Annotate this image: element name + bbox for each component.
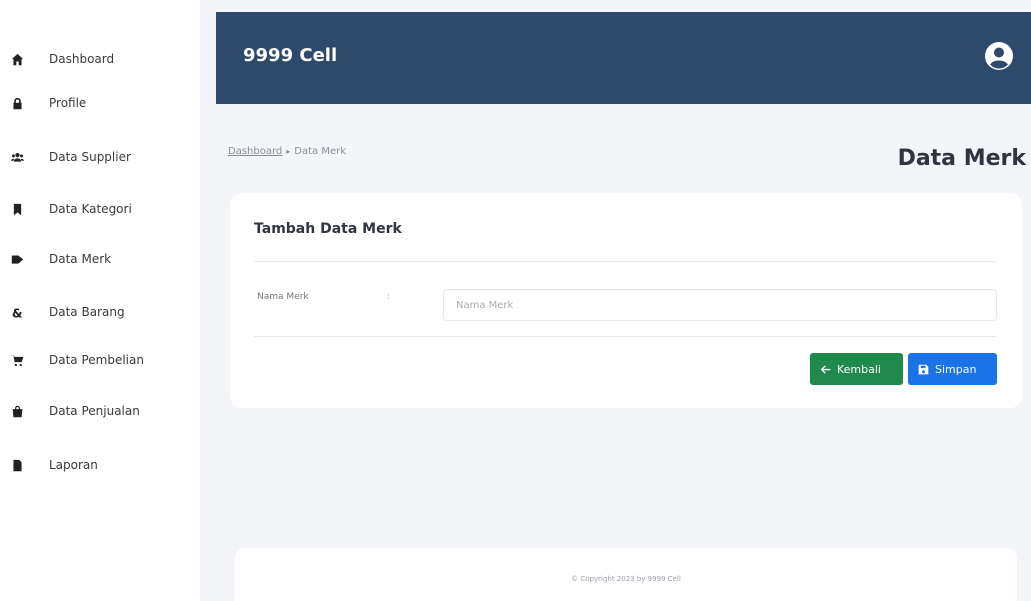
copyright-text: © Copyright 2023 by 9999 Cell — [571, 575, 681, 583]
sidebar-item-label: Data Supplier — [49, 150, 131, 164]
tag-icon — [10, 252, 24, 266]
users-icon — [10, 150, 24, 164]
sidebar-item-label: Data Barang — [49, 305, 125, 319]
sidebar-item-data-supplier[interactable]: Data Supplier — [0, 142, 200, 172]
page-title: Data Merk — [897, 146, 1026, 171]
divider — [254, 336, 996, 337]
breadcrumb-current: Data Merk — [294, 146, 347, 157]
main-content: 9999 Cell Dashboard ▸ Data Merk Data Merk … — [200, 0, 1031, 601]
home-icon — [10, 52, 24, 66]
lock-icon — [10, 96, 24, 110]
sidebar-item-profile[interactable]: Profile — [0, 88, 200, 118]
cart-icon — [10, 353, 24, 367]
sidebar-item-label: Data Penjualan — [49, 404, 140, 418]
ampersand-icon: & — [10, 305, 24, 319]
svg-text:&: & — [11, 306, 22, 319]
top-navbar: 9999 Cell — [216, 12, 1031, 104]
sidebar-item-data-kategori[interactable]: Data Kategori — [0, 194, 200, 224]
user-circle-icon[interactable] — [984, 41, 1014, 71]
breadcrumb-link-dashboard[interactable]: Dashboard — [228, 146, 282, 157]
sidebar-item-label: Data Pembelian — [49, 353, 144, 367]
bookmark-icon — [10, 202, 24, 216]
sidebar-item-data-barang[interactable]: & Data Barang — [0, 297, 200, 327]
sidebar-item-label: Data Merk — [49, 252, 112, 266]
brand-name[interactable]: 9999 Cell — [243, 45, 337, 66]
footer: © Copyright 2023 by 9999 Cell — [235, 548, 1017, 601]
sidebar-item-data-pembelian[interactable]: Data Pembelian — [0, 345, 200, 375]
sidebar-item-data-merk[interactable]: Data Merk — [0, 244, 200, 274]
breadcrumb: Dashboard ▸ Data Merk — [228, 146, 346, 157]
nama-merk-label: Nama Merk — [257, 292, 309, 302]
save-button-label: Simpan — [935, 362, 977, 376]
field-colon: : — [387, 292, 391, 302]
back-button-label: Kembali — [837, 362, 881, 376]
file-icon — [10, 458, 24, 472]
nama-merk-input[interactable] — [443, 289, 997, 321]
sidebar: Dashboard Profile Data Supplier Data Kat… — [0, 0, 200, 601]
sidebar-item-label: Dashboard — [49, 52, 115, 66]
sidebar-item-label: Laporan — [49, 458, 98, 472]
sidebar-item-data-penjualan[interactable]: Data Penjualan — [0, 396, 200, 426]
divider — [254, 261, 996, 262]
sidebar-item-dashboard[interactable]: Dashboard — [0, 44, 200, 74]
floppy-disk-icon — [918, 364, 929, 374]
sidebar-item-label: Data Kategori — [49, 202, 132, 216]
form-title: Tambah Data Merk — [254, 221, 402, 237]
sidebar-item-label: Profile — [49, 96, 87, 110]
back-button[interactable]: Kembali — [810, 353, 903, 385]
save-button[interactable]: Simpan — [908, 353, 997, 385]
arrow-left-icon — [820, 364, 831, 374]
breadcrumb-separator: ▸ — [286, 147, 291, 156]
bag-icon — [10, 404, 24, 418]
form-card: Tambah Data Merk Nama Merk : Kembali Sim… — [230, 193, 1022, 408]
sidebar-item-laporan[interactable]: Laporan — [0, 450, 200, 480]
